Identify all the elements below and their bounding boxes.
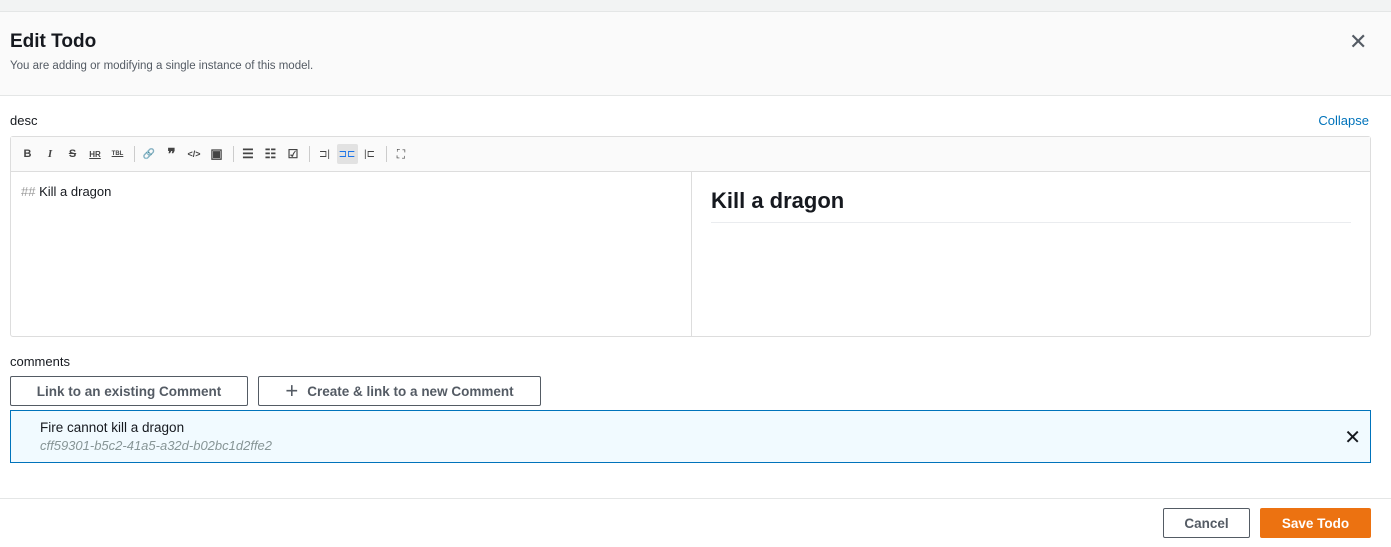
desc-label: desc [10,113,38,128]
markdown-preview: Kill a dragon [692,172,1370,337]
toolbar-separator [385,146,387,162]
link-icon[interactable]: 🔗 [139,144,160,164]
strikethrough-icon[interactable]: S [62,144,83,164]
close-icon[interactable]: ✕ [1349,29,1367,55]
ordered-list-icon[interactable]: ☷ [260,144,281,164]
comment-id: cff59301-b5c2-41a5-a32d-b02bc1d2ffe2 [40,438,273,453]
edit-only-icon[interactable]: |⊏ [359,144,380,164]
comments-label: comments [10,354,70,369]
fullscreen-icon[interactable]: ⛶ [391,144,412,164]
horizontal-rule-icon[interactable]: HR [85,144,106,164]
side-by-side-icon[interactable]: ⊐⊏ [336,144,358,164]
preview-heading: Kill a dragon [711,188,1351,223]
save-button[interactable]: Save Todo [1260,508,1371,538]
toolbar-separator [232,146,234,162]
page-subtitle: You are adding or modifying a single ins… [10,60,314,72]
markdown-text: Kill a dragon [39,184,112,199]
bold-icon[interactable]: B [17,144,38,164]
page-title: Edit Todo [10,31,97,52]
markdown-heading-marker: ## [21,184,36,199]
top-strip [0,0,1391,12]
table-icon[interactable]: TBL [107,144,128,164]
plus-icon: + [285,378,299,403]
collapse-link[interactable]: Collapse [1318,113,1369,128]
comment-name: Fire cannot kill a dragon [40,420,185,435]
preview-icon[interactable]: ⊐| [314,144,335,164]
toolbar-separator [133,146,135,162]
create-new-comment-button[interactable]: + Create & link to a new Comment [258,376,541,406]
cancel-button[interactable]: Cancel [1163,508,1250,538]
remove-comment-icon[interactable]: ✕ [1344,425,1361,450]
task-list-icon[interactable]: ☑ [283,144,304,164]
markdown-editor: B I S HR TBL 🔗 ❞ </> ▣ ☰ ☷ ☑ ⊐| ⊐⊏ |⊏ ⛶ … [10,136,1371,337]
markdown-input[interactable]: ## Kill a dragon [11,172,692,337]
italic-icon[interactable]: I [40,144,61,164]
comment-item[interactable]: Fire cannot kill a dragon cff59301-b5c2-… [10,410,1371,463]
footer-divider [0,498,1391,499]
unordered-list-icon[interactable]: ☰ [238,144,259,164]
create-new-comment-label: Create & link to a new Comment [307,383,514,399]
link-existing-comment-button[interactable]: Link to an existing Comment [10,376,248,406]
quote-icon[interactable]: ❞ [161,144,182,164]
image-icon[interactable]: ▣ [206,144,227,164]
toolbar-separator [309,146,310,162]
modal-header: Edit Todo You are adding or modifying a … [0,12,1391,96]
editor-toolbar: B I S HR TBL 🔗 ❞ </> ▣ ☰ ☷ ☑ ⊐| ⊐⊏ |⊏ ⛶ [11,137,1370,172]
code-icon[interactable]: </> [184,144,205,164]
